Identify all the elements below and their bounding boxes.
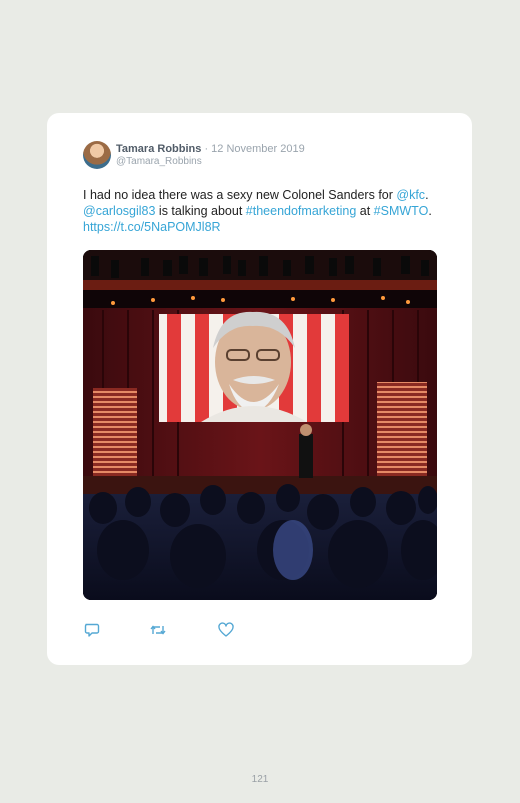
mention-carlosgil83[interactable]: @carlosgil83 — [83, 204, 155, 218]
page-number: 121 — [251, 774, 269, 785]
tweet-text-segment: . — [425, 188, 429, 202]
reply-button[interactable] — [83, 621, 101, 639]
tweet-actions — [83, 621, 443, 639]
hashtag-smwto[interactable]: #SMWTO — [374, 204, 429, 218]
avatar[interactable] — [83, 141, 111, 169]
hashtag-theendofmarketing[interactable]: #theendofmarketing — [246, 204, 357, 218]
retweet-button[interactable] — [149, 621, 167, 639]
tweet-header: Tamara Robbins · 12 November 2019 — [116, 143, 305, 155]
tweet-photo[interactable] — [83, 250, 437, 600]
author-name[interactable]: Tamara Robbins — [116, 143, 201, 155]
heart-icon — [218, 622, 234, 637]
author-handle[interactable]: @Tamara_Robbins — [116, 156, 202, 167]
mention-kfc[interactable]: @kfc — [396, 188, 425, 202]
separator-dot: · — [204, 143, 209, 155]
tweet-card: Tamara Robbins · 12 November 2019 @Tamar… — [47, 113, 472, 665]
retweet-icon — [150, 625, 166, 635]
like-button[interactable] — [217, 621, 235, 639]
reply-icon — [84, 623, 100, 637]
stage-photo — [83, 250, 437, 600]
tweet-text-segment: at — [356, 204, 374, 218]
tweet-date[interactable]: 12 November 2019 — [211, 143, 305, 155]
tweet-text-segment: . — [428, 204, 432, 218]
tweet-text: I had no idea there was a sexy new Colon… — [83, 187, 443, 235]
tweet-url-link[interactable]: https://t.co/5NaPOMJl8R — [83, 220, 221, 234]
tweet-text-segment: is talking about — [155, 204, 246, 218]
tweet-text-segment: I had no idea there was a sexy new Colon… — [83, 188, 397, 202]
